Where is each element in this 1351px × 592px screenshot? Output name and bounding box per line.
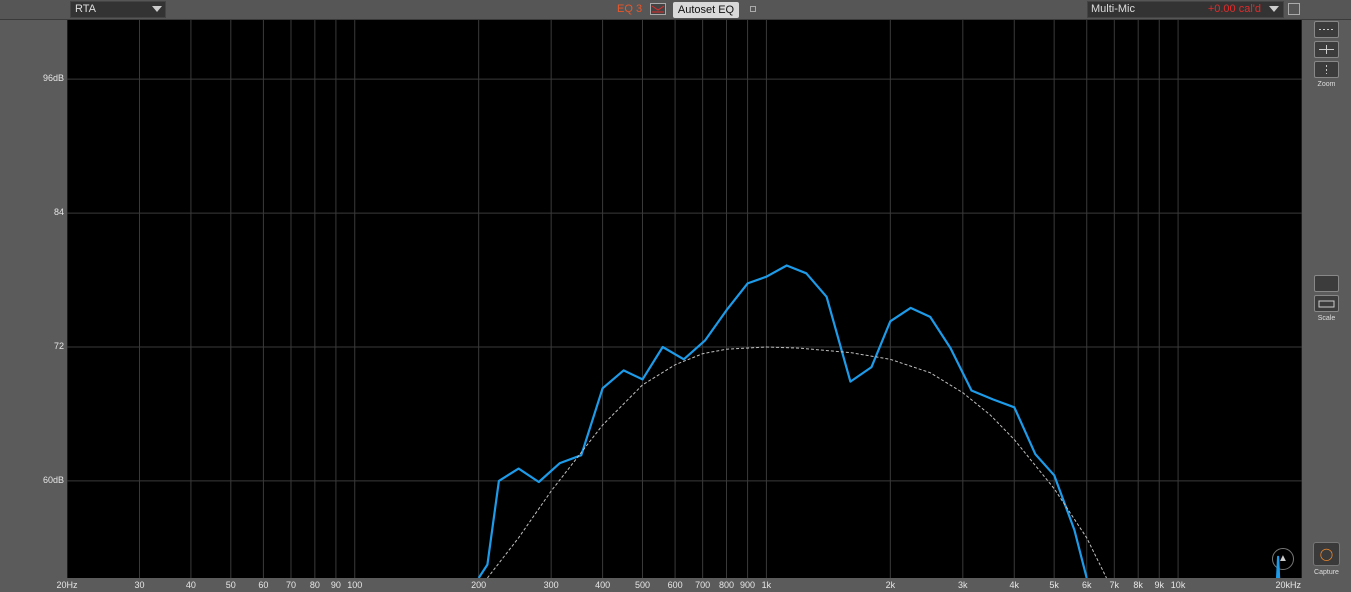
zoom-horizontal-button[interactable] bbox=[1314, 21, 1339, 38]
y-tick-label: 60dB bbox=[42, 474, 64, 485]
measurement-series-line bbox=[477, 264, 1088, 578]
eq-option-icon[interactable] bbox=[750, 6, 756, 12]
capture-label: Capture bbox=[1314, 569, 1339, 576]
mode-select[interactable]: RTA bbox=[70, 1, 166, 18]
y-tick-label: 72 bbox=[53, 340, 64, 351]
x-tick-label: 4k bbox=[1009, 580, 1020, 590]
x-tick-label: 1k bbox=[761, 580, 772, 590]
x-tick-label: 100 bbox=[347, 580, 363, 590]
x-tick-label: 8k bbox=[1133, 580, 1143, 590]
x-tick-label: 70 bbox=[285, 580, 296, 590]
zoom-vertical-button[interactable] bbox=[1314, 61, 1339, 78]
zoom-label: Zoom bbox=[1317, 81, 1336, 88]
x-tick-label: 2k bbox=[885, 580, 896, 590]
eq-toggle-icon[interactable] bbox=[650, 3, 666, 15]
x-tick-label: 400 bbox=[595, 580, 611, 590]
x-tick-label: 20kHz bbox=[1275, 580, 1301, 590]
y-tick-label: 84 bbox=[53, 207, 64, 218]
scale-expand-button[interactable] bbox=[1314, 295, 1339, 312]
x-tick-label: 60 bbox=[258, 580, 269, 590]
mic-calibration-value: +0.00 cal'd bbox=[1207, 3, 1261, 15]
eq-indicator[interactable]: EQ 3 bbox=[617, 3, 642, 15]
x-tick-label: 90 bbox=[330, 580, 341, 590]
x-tick-label: 5k bbox=[1049, 580, 1059, 590]
x-tick-label: 9k bbox=[1154, 580, 1164, 590]
x-tick-label: 900 bbox=[740, 580, 756, 590]
autoset-eq-button[interactable]: Autoset EQ bbox=[673, 2, 739, 18]
mode-select-label: RTA bbox=[75, 3, 96, 15]
x-tick-label: 3k bbox=[958, 580, 968, 590]
scale-compress-button[interactable] bbox=[1314, 275, 1339, 292]
x-tick-label: 6k bbox=[1081, 580, 1092, 590]
x-tick-label: 7k bbox=[1109, 580, 1120, 590]
mic-select[interactable]: Multi-Mic +0.00 cal'd bbox=[1087, 1, 1284, 18]
capture-button[interactable]: ◯ bbox=[1313, 542, 1340, 566]
scale-label: Scale bbox=[1317, 315, 1336, 322]
y-tick-label: 96dB bbox=[42, 73, 64, 84]
x-tick-label: 700 bbox=[695, 580, 711, 590]
x-tick-label: 200 bbox=[471, 580, 487, 590]
camera-icon: ◯ bbox=[1319, 547, 1334, 561]
x-tick-label: 30 bbox=[134, 580, 145, 590]
x-tick-label: 800 bbox=[718, 580, 735, 590]
x-tick-label: 500 bbox=[634, 580, 650, 590]
x-tick-label: 20Hz bbox=[56, 580, 78, 590]
zoom-fit-button[interactable] bbox=[1314, 41, 1339, 58]
detach-window-icon[interactable] bbox=[1288, 3, 1300, 15]
x-tick-label: 300 bbox=[543, 580, 559, 590]
x-tick-label: 10k bbox=[1170, 580, 1186, 590]
x-tick-label: 600 bbox=[667, 580, 683, 590]
chevron-down-icon[interactable] bbox=[152, 6, 162, 12]
measurement-series-line bbox=[1276, 555, 1281, 578]
target-curve-line bbox=[487, 346, 1107, 578]
x-tick-label: 40 bbox=[185, 580, 196, 590]
y-axis-gutter bbox=[0, 20, 67, 578]
mic-select-label: Multi-Mic bbox=[1091, 3, 1135, 15]
rta-chart bbox=[67, 20, 1302, 578]
x-tick-label: 50 bbox=[225, 580, 236, 590]
x-tick-label: 80 bbox=[309, 580, 320, 590]
chevron-down-icon[interactable] bbox=[1269, 6, 1279, 12]
